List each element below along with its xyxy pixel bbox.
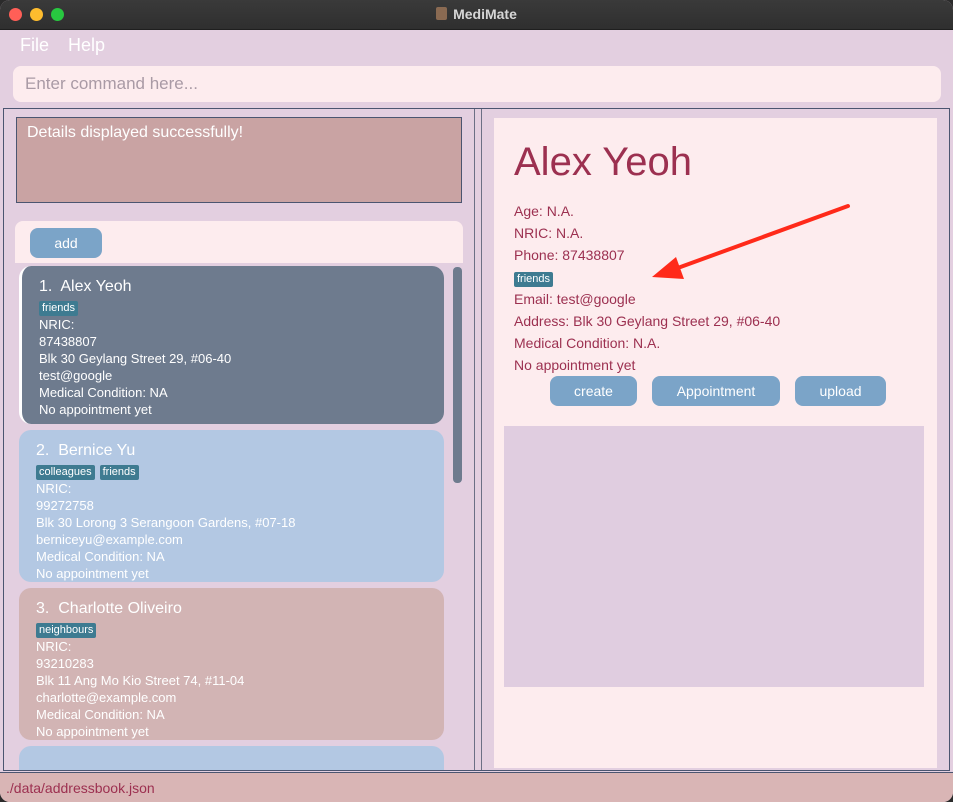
person-card-nric: NRIC: [39,317,75,332]
person-card-tags: friends [39,298,428,316]
result-display: Details displayed successfully! [16,117,462,203]
upload-button[interactable]: upload [795,376,886,406]
detail-address: Address: Blk 30 Geylang Street 29, #06-4… [514,313,781,329]
window-title-wrap: MediMate [0,6,953,22]
detail-medical: Medical Condition: N.A. [514,335,661,351]
person-card-tags: neighbours [36,620,428,638]
person-card-partial[interactable] [19,746,444,770]
app-icon [436,7,448,20]
command-input[interactable] [13,66,941,102]
window-title: MediMate [453,6,517,22]
status-file-path: ./data/addressbook.json [6,780,155,796]
status-bar: ./data/addressbook.json [0,772,953,802]
person-card-phone: 87438807 [39,334,97,349]
person-card-nric: NRIC: [36,481,72,496]
person-card[interactable]: 2. Bernice Yu colleagues friends NRIC: 99… [19,430,444,582]
person-list[interactable]: 1. Alex Yeoh friends NRIC: 87438807 Blk … [15,263,463,770]
person-card[interactable]: 3. Charlotte Oliveiro neighbours NRIC: 9… [19,588,444,740]
split-divider[interactable] [474,109,482,770]
person-card-email: berniceyu@example.com [36,532,183,547]
add-button[interactable]: add [30,228,102,258]
person-card-address: Blk 30 Lorong 3 Serangoon Gardens, #07-1… [36,515,296,530]
person-card-medical: Medical Condition: NA [36,707,165,722]
tag-badge: neighbours [36,623,97,638]
create-button[interactable]: create [550,376,637,406]
detail-appointment: No appointment yet [514,357,636,373]
person-card-address: Blk 11 Ang Mo Kio Street 74, #11-04 [36,673,245,688]
person-card-medical: Medical Condition: NA [39,385,168,400]
person-detail-panel: Alex Yeoh Age: N.A. NRIC: N.A. Phone: 87… [494,118,937,768]
person-card-phone: 93210283 [36,656,94,671]
appointment-button[interactable]: Appointment [652,376,780,406]
list-scrollbar[interactable] [453,267,462,483]
app-window: MediMate File Help Details displayed suc… [0,0,953,802]
person-card-name: 2. Bernice Yu [36,442,136,459]
detail-name: Alex Yeoh [514,140,692,184]
person-card-email: charlotte@example.com [36,690,177,705]
person-card-medical: Medical Condition: NA [36,549,165,564]
tag-badge: friends [99,465,139,480]
person-card-nric: NRIC: [36,639,72,654]
person-list-header: add [15,221,463,263]
person-card-address: Blk 30 Geylang Street 29, #06-40 [39,351,232,366]
red-arrow-icon [652,204,850,279]
person-card-appointment: No appointment yet [36,724,149,739]
menu-file[interactable]: File [20,35,49,56]
tag-badge: colleagues [36,465,95,480]
document-preview-area [504,426,924,687]
person-card-selected[interactable]: 1. Alex Yeoh friends NRIC: 87438807 Blk … [19,266,444,424]
detail-tag-badge: friends [514,272,554,287]
main-split-pane: Details displayed successfully! add 1. A… [3,108,950,771]
menu-help[interactable]: Help [68,35,105,56]
title-bar[interactable]: MediMate [0,0,953,30]
person-card-appointment: No appointment yet [36,566,149,581]
person-card-name: 1. Alex Yeoh [39,278,132,295]
menu-bar: File Help [0,30,953,60]
person-card-tags: colleagues friends [36,462,428,480]
person-card-appointment: No appointment yet [39,402,152,417]
person-card-email: test@google [39,368,113,383]
tag-badge: friends [39,301,79,316]
person-card-name: 3. Charlotte Oliveiro [36,600,182,617]
person-card-phone: 99272758 [36,498,94,513]
result-message: Details displayed successfully! [27,124,244,141]
